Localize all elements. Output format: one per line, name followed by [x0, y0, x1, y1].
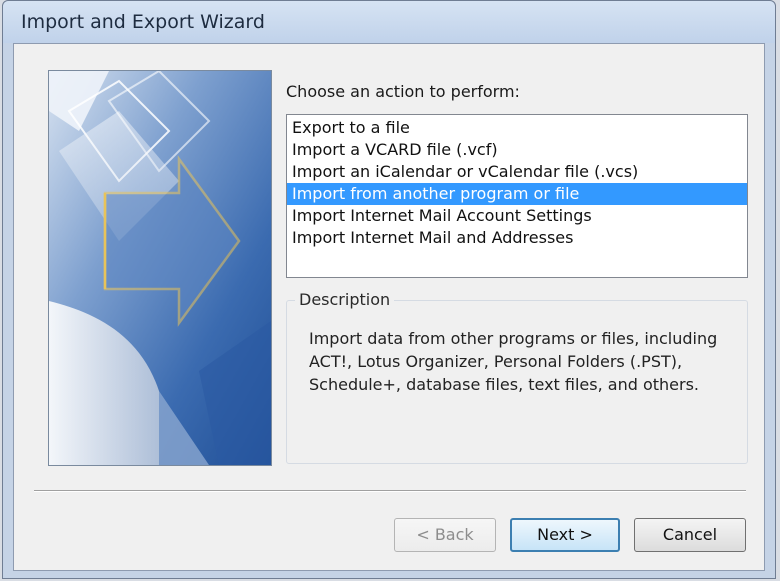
action-prompt: Choose an action to perform:	[286, 82, 520, 101]
action-item-import-program-file[interactable]: Import from another program or file	[287, 183, 747, 205]
action-item-import-icalendar[interactable]: Import an iCalendar or vCalendar file (.…	[287, 161, 747, 183]
action-item-export-file[interactable]: Export to a file	[287, 117, 747, 139]
footer-separator	[34, 490, 746, 492]
title-bar[interactable]: Import and Export Wizard	[3, 1, 775, 43]
action-item-import-mail-addresses[interactable]: Import Internet Mail and Addresses	[287, 227, 747, 249]
window-title: Import and Export Wizard	[21, 11, 265, 33]
description-legend: Description	[295, 290, 395, 309]
next-button[interactable]: Next >	[510, 518, 620, 552]
action-item-import-mail-settings[interactable]: Import Internet Mail Account Settings	[287, 205, 747, 227]
description-group: Description Import data from other progr…	[286, 290, 748, 464]
wizard-window: Import and Export Wizard Choose an actio…	[2, 0, 776, 579]
action-item-import-vcard[interactable]: Import a VCARD file (.vcf)	[287, 139, 747, 161]
description-text: Import data from other programs or files…	[309, 329, 718, 394]
back-button[interactable]: < Back	[394, 518, 496, 552]
action-listbox[interactable]: Export to a file Import a VCARD file (.v…	[286, 114, 748, 278]
wizard-banner-icon	[48, 70, 272, 466]
wizard-body: Choose an action to perform: Export to a…	[13, 43, 765, 571]
cancel-button[interactable]: Cancel	[634, 518, 746, 552]
